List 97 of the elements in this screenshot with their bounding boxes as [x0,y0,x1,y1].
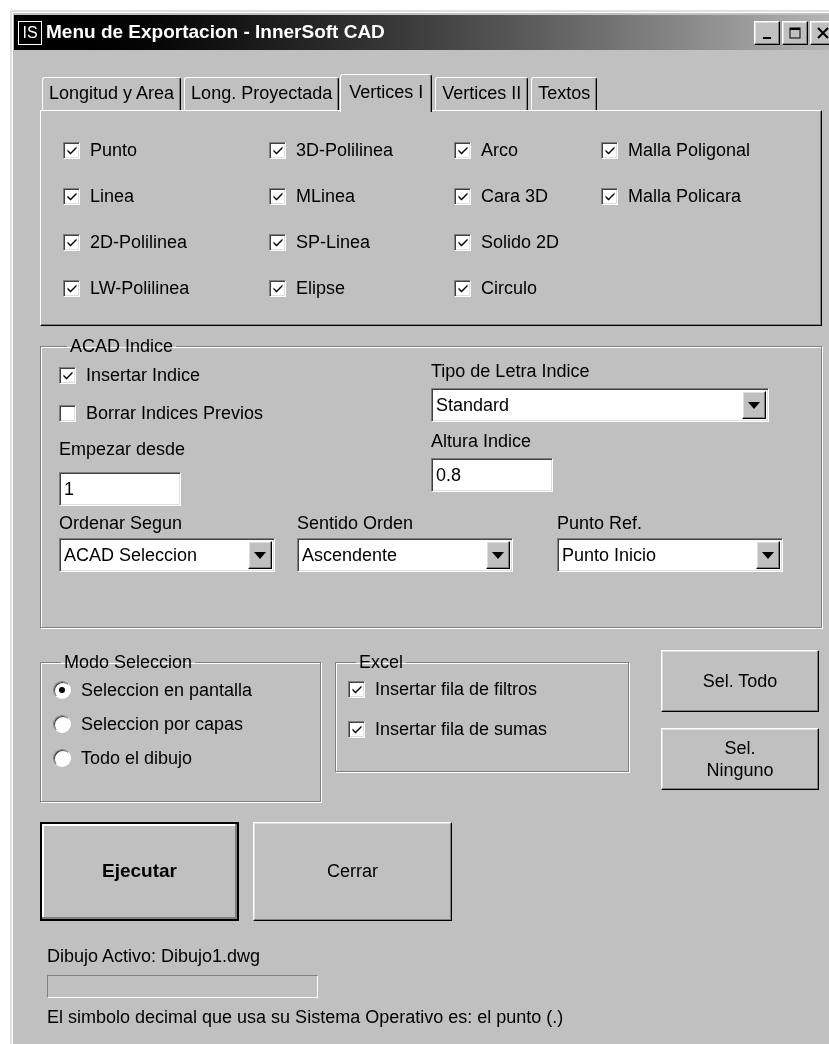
input-field[interactable]: 0.8 [431,458,553,492]
check-icon [271,190,284,202]
checkbox-label[interactable]: Insertar Indice [86,364,201,386]
checkbox[interactable] [269,233,286,251]
checkbox[interactable] [348,720,365,738]
check-icon [456,282,469,294]
tab[interactable]: Longitud y Area [42,77,182,110]
status-text: El simbolo decimal que usa su Sistema Operativo es: el punto (.) [47,1006,565,1028]
radio-label[interactable]: Seleccion por capas [81,712,244,736]
group-title: Modo Seleccion [63,652,194,672]
field-label: Ordenar Segun [59,512,184,534]
checkbox-label[interactable]: Arco [481,139,518,161]
radio-button[interactable] [53,681,71,699]
radio-button[interactable] [53,749,71,767]
checkbox-label[interactable]: Linea [90,185,135,207]
group-title: Excel [358,652,404,672]
checkbox-label[interactable]: LW-Polilinea [90,277,190,299]
caret-icon [254,551,266,559]
button[interactable]: Sel. Ninguno [661,728,819,790]
check-icon [271,144,284,156]
checkbox[interactable] [601,187,618,205]
checkbox[interactable] [269,141,286,159]
checkbox[interactable] [63,187,80,205]
checkbox-label[interactable]: Insertar fila de sumas [375,718,548,740]
checkbox-label[interactable]: 2D-Polilinea [90,231,188,253]
check-icon [456,144,469,156]
check-icon [603,144,616,156]
window-title: Menu de Exportacion - InnerSoft CAD [46,20,385,45]
check-icon [65,144,78,156]
field-label: Altura Indice [431,430,533,452]
checkbox[interactable] [63,141,80,159]
checkbox-label[interactable]: Malla Policara [628,185,742,207]
check-icon [65,236,78,248]
checkbox[interactable] [601,141,618,159]
field-label: Tipo de Letra Indice [431,360,591,382]
checkbox[interactable] [63,233,80,251]
checkbox[interactable] [348,680,365,698]
dropdown[interactable]: Punto Inicio [557,538,783,572]
field-label: Empezar desde [59,438,187,460]
caret-icon [762,551,774,559]
checkbox[interactable] [454,187,471,205]
tab[interactable]: Vertices I [340,74,433,112]
checkbox[interactable] [454,141,471,159]
checkbox-label[interactable]: Malla Poligonal [628,139,751,161]
radio-label[interactable]: Todo el dibujo [81,746,193,770]
dropdown[interactable]: Ascendente [297,538,513,572]
app-icon: IS [18,20,42,45]
check-icon [603,190,616,202]
checkbox-label[interactable]: Punto [90,139,138,161]
dropdown[interactable]: Standard [431,388,769,422]
tab[interactable]: Long. Proyectada [184,77,340,110]
maximize-button[interactable] [782,20,808,45]
button[interactable]: Ejecutar [40,822,239,921]
check-icon [271,282,284,294]
checkbox[interactable] [269,187,286,205]
minimize-button[interactable] [754,20,780,45]
checkbox-label[interactable]: Cara 3D [481,185,549,207]
checkbox-label[interactable]: SP-Linea [296,231,371,253]
tab[interactable]: Vertices II [435,77,529,110]
checkbox[interactable] [454,279,471,297]
close-button[interactable] [810,20,829,45]
group-title: ACAD Indice [69,336,175,356]
caret-icon [748,401,760,409]
checkbox[interactable] [269,279,286,297]
button[interactable]: Cerrar [253,822,452,921]
close-icon [817,26,829,39]
tab[interactable]: Textos [531,77,598,110]
radio-label[interactable]: Seleccion en pantalla [81,678,253,702]
checkbox-label[interactable]: MLinea [296,185,356,207]
checkbox-label[interactable]: Insertar fila de filtros [375,678,538,700]
radio-button[interactable] [53,715,71,733]
check-icon [65,190,78,202]
caret-icon [492,551,504,559]
input-field[interactable]: 1 [59,472,181,506]
button[interactable]: Sel. Todo [661,650,819,712]
checkbox[interactable] [59,404,76,422]
checkbox-label[interactable]: 3D-Polilinea [296,139,394,161]
checkbox-label[interactable]: Borrar Indices Previos [86,402,264,424]
maximize-icon [789,26,801,39]
check-icon [456,190,469,202]
field-label: Punto Ref. [557,512,644,534]
check-icon [350,723,363,735]
checkbox-label[interactable]: Circulo [481,277,537,299]
check-icon [350,683,363,695]
minimize-icon [763,36,771,39]
check-icon [456,236,469,248]
field-label: Sentido Orden [297,512,415,534]
dropdown[interactable]: ACAD Seleccion [59,538,275,572]
checkbox[interactable] [63,279,80,297]
check-icon [65,282,78,294]
checkbox-label[interactable]: Elipse [296,277,346,299]
check-icon [271,236,284,248]
status-text: Dibujo Activo: Dibujo1.dwg [47,945,262,967]
checkbox-label[interactable]: Solido 2D [481,231,560,253]
checkbox[interactable] [59,366,76,384]
check-icon [61,369,74,381]
checkbox[interactable] [454,233,471,251]
